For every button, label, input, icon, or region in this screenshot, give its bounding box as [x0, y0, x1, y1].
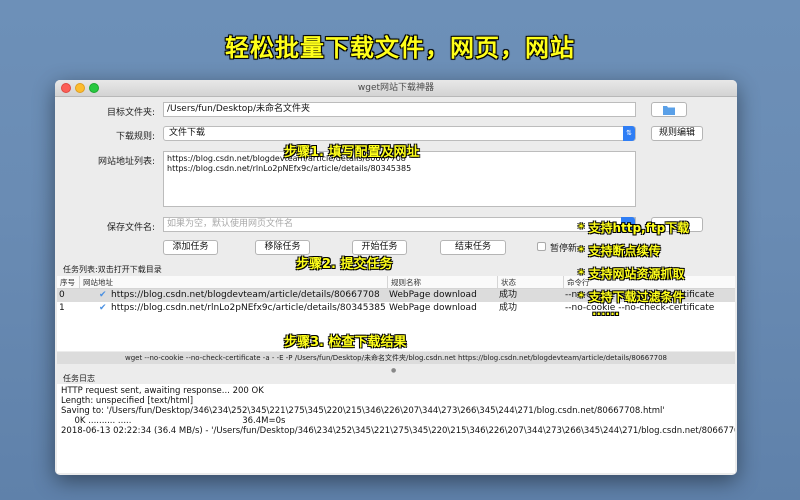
step2-annotation: 步骤2. 提交任务: [296, 257, 393, 272]
column-header-url[interactable]: 网站地址: [79, 276, 387, 289]
rule-edit-button[interactable]: 规则编辑: [651, 126, 703, 141]
pause-new-checkbox[interactable]: [537, 242, 546, 251]
minimize-window-button[interactable]: [75, 83, 85, 93]
row-index: 1: [59, 303, 65, 313]
row-rule: WebPage download: [389, 290, 477, 300]
row-index: 0: [59, 290, 65, 300]
success-check-icon: ✔: [99, 290, 107, 300]
step1-annotation: 步骤1. 填写配置及网址: [284, 145, 420, 160]
row-status: 成功: [499, 303, 518, 313]
task-list-label: 任务列表:双击打开下载目录: [63, 265, 162, 274]
add-task-button[interactable]: 添加任务: [163, 240, 218, 255]
log-label: 任务日志: [63, 374, 95, 383]
success-check-icon: ✔: [99, 303, 107, 313]
url-list-line: https://blog.csdn.net/rlnLo2pNEfx9c/arti…: [167, 164, 412, 173]
rule-label: 下载规则:: [115, 132, 155, 142]
feature-http-ftp: * 支持http,ftp下载: [578, 221, 690, 235]
target-folder-label: 目标文件夹:: [106, 108, 155, 118]
pause-new-label: 暂停新: [550, 244, 578, 254]
row-url: https://blog.csdn.net/blogdevteam/articl…: [111, 290, 380, 300]
row-status: 成功: [499, 290, 518, 300]
select-arrows-icon: ⇅: [623, 126, 635, 141]
log-line: 2018-06-13 02:22:34 (36.4 MB/s) - '/User…: [61, 426, 735, 436]
row-rule: WebPage download: [389, 303, 477, 313]
command-line-bar: wget --no-cookie --no-check-certificate …: [57, 352, 735, 364]
step3-annotation: 步骤3. 检查下载结果: [284, 335, 407, 350]
log-line: Saving to: '/Users/fun/Desktop/346\234\2…: [61, 406, 665, 416]
close-window-button[interactable]: [61, 83, 71, 93]
log-line: 0K .......... ..... 36.4M=0s: [61, 416, 286, 426]
url-list-label: 网站地址列表:: [97, 157, 155, 167]
feature-filter: * 支持下载过滤条件: [578, 290, 685, 304]
column-header-index[interactable]: 序号: [57, 276, 77, 289]
rule-select[interactable]: 文件下载 ⇅: [163, 126, 636, 141]
stop-task-button[interactable]: 结束任务: [440, 240, 506, 255]
task-log[interactable]: HTTP request sent, awaiting response... …: [57, 384, 735, 473]
title-bar: wget网站下载神器: [55, 80, 737, 97]
rule-select-value: 文件下载: [169, 128, 206, 138]
zoom-window-button[interactable]: [89, 83, 99, 93]
promo-banner: 轻松批量下载文件，网页，网站: [225, 34, 575, 62]
target-folder-input[interactable]: /Users/fun/Desktop/未命名文件夹: [163, 102, 636, 117]
save-name-label: 保存文件名:: [106, 223, 155, 233]
save-name-input[interactable]: 如果为空，默认使用网页文件名: [163, 217, 636, 232]
split-grip-icon[interactable]: ●: [391, 367, 396, 374]
feature-resume: * 支持断点续传: [578, 244, 661, 258]
row-url: https://blog.csdn.net/rlnLo2pNEfx9c/arti…: [111, 303, 386, 313]
log-line: HTTP request sent, awaiting response... …: [61, 386, 264, 396]
log-line: Length: unspecified [text/html]: [61, 396, 194, 406]
column-header-status[interactable]: 状态: [497, 276, 563, 289]
feature-crawl: * 支持网站资源抓取: [578, 267, 685, 281]
window-title: wget网站下载神器: [357, 83, 435, 93]
choose-folder-button[interactable]: [651, 102, 687, 117]
feature-more: ......: [592, 304, 620, 318]
column-header-rule[interactable]: 规则名称: [387, 276, 497, 289]
folder-icon: [663, 106, 675, 115]
